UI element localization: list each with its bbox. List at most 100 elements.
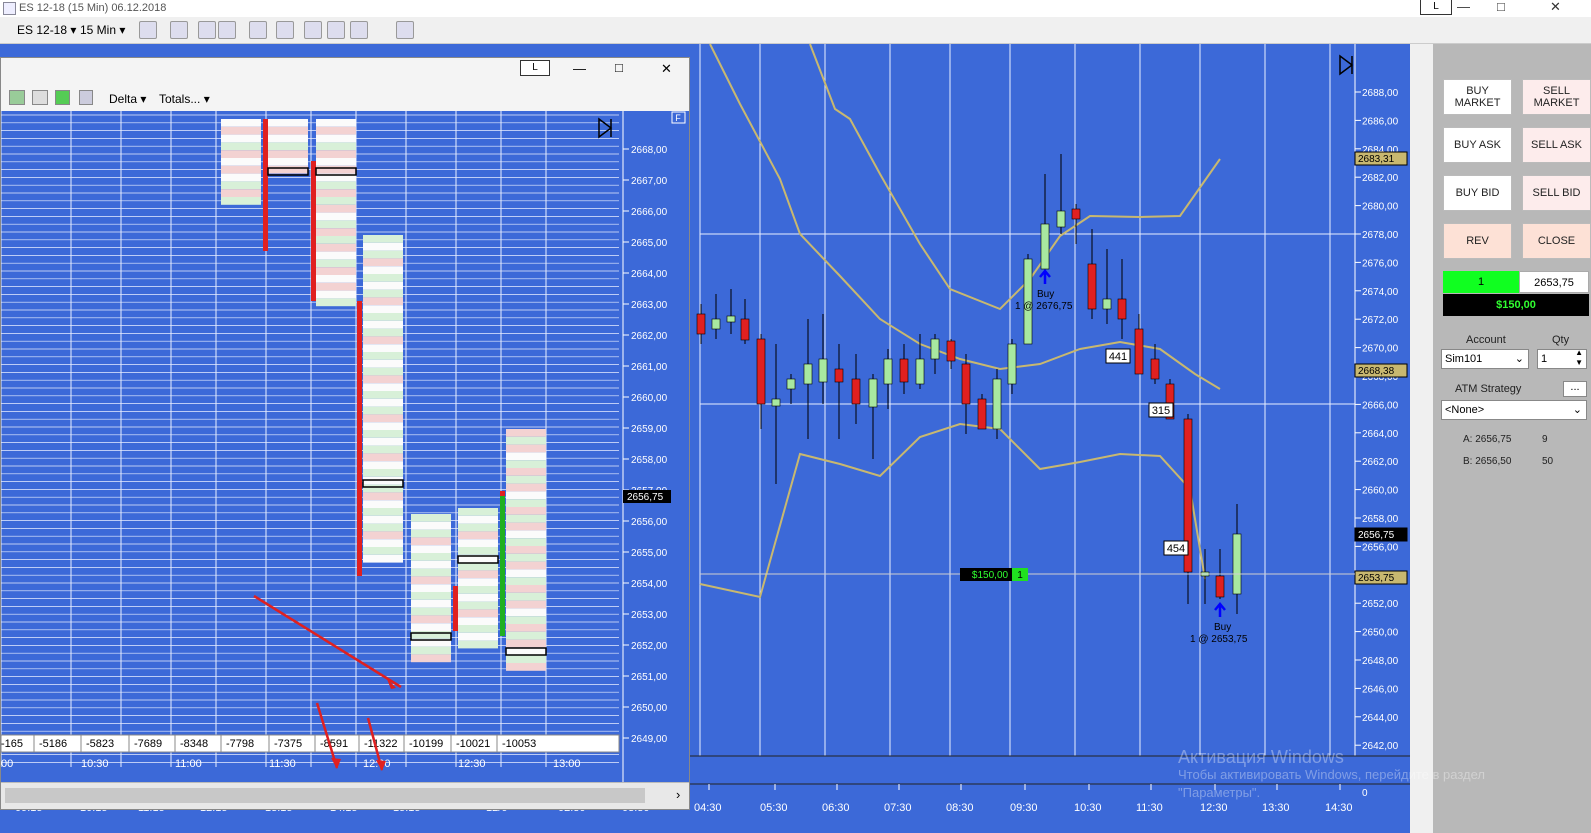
zoom-in-icon[interactable] [198, 21, 216, 39]
account-select[interactable]: Sim101 ⌄ [1441, 349, 1529, 369]
footprint-cell [506, 616, 546, 624]
maximize-icon[interactable]: □ [1497, 0, 1505, 14]
footprint-cell [268, 134, 308, 143]
scroll-end-icon[interactable] [1339, 54, 1354, 76]
footprint-cell [316, 126, 356, 135]
link-button[interactable]: L [1420, 0, 1452, 15]
footprint-bar [453, 586, 458, 631]
candle-body [818, 358, 828, 383]
cursor-icon[interactable] [249, 21, 267, 39]
footprint-cell [363, 414, 403, 423]
footprint-cell [316, 290, 356, 299]
qty-stepper[interactable]: 1 ▲ ▼ [1537, 348, 1587, 369]
footprint-scroll-end-icon[interactable] [598, 117, 613, 139]
footprint-cell [411, 584, 451, 592]
delta-selector[interactable]: Delta ▾ [109, 92, 146, 106]
atm-strategy-select[interactable]: <None> ⌄ [1441, 400, 1587, 420]
properties-icon[interactable] [79, 90, 93, 105]
candle-body [1056, 210, 1066, 228]
time-axis-label: 05:30 [760, 802, 788, 814]
candle-body [771, 398, 781, 407]
chart-properties-icon[interactable] [350, 21, 368, 39]
footprint-cell [506, 514, 546, 523]
bar-type-icon[interactable] [139, 21, 157, 39]
time-axis-label: 11:30 [1136, 802, 1163, 814]
buy-market-button[interactable]: BUY MARKET [1443, 79, 1512, 115]
footprint-cell [363, 328, 403, 337]
footprint-cell [506, 429, 546, 437]
footprint-cell [411, 646, 451, 655]
footprint-price-label: 2650,00 [631, 703, 668, 714]
footprint-cell [458, 632, 498, 641]
footprint-cell [316, 220, 356, 229]
position-avg-price: 2653,75 [1519, 271, 1589, 293]
footprint-scrollbar[interactable]: › [1, 782, 689, 809]
footprint-cell [316, 298, 356, 307]
interval-selector[interactable]: 15 Min ▾ [80, 23, 125, 37]
buy-ask-button[interactable]: BUY ASK [1443, 127, 1512, 163]
sell-bid-button[interactable]: SELL BID [1522, 175, 1591, 211]
price-axis-label: 2664,00 [1362, 429, 1399, 440]
price-axis-label: 2658,00 [1362, 514, 1399, 525]
time-axis-label: 09:30 [1010, 802, 1038, 814]
instrument-selector[interactable]: ES 12-18 ▾ [17, 23, 76, 37]
footprint-cell [221, 173, 261, 182]
drawing-tool-icon[interactable] [170, 21, 188, 39]
chart-trader-icon[interactable] [396, 21, 414, 39]
sell-market-button[interactable]: SELL MARKET [1522, 79, 1591, 115]
close-icon[interactable]: ✕ [1550, 0, 1561, 15]
footprint-maximize-icon[interactable]: □ [615, 60, 623, 75]
chart-type-icon[interactable] [32, 90, 48, 105]
footprint-cell [221, 197, 261, 205]
footprint-cell [221, 134, 261, 143]
buy-marker-1-price: 1 @ 2676,75 [1015, 301, 1073, 312]
price-axis-label: 2670,00 [1362, 344, 1399, 355]
reverse-button[interactable]: REV [1443, 223, 1512, 259]
candle-body [946, 340, 956, 362]
footprint-price-label: 2663,00 [631, 300, 668, 311]
buy-marker-2-text: Buy [1214, 622, 1231, 633]
footprint-cell [316, 181, 356, 190]
scroll-right-icon[interactable]: › [676, 787, 680, 802]
footprint-cell [363, 508, 403, 516]
money-icon[interactable] [55, 90, 70, 105]
window-title: ES 12-18 (15 Min) 06.12.2018 [19, 2, 167, 14]
footprint-cell [411, 529, 451, 538]
atm-options-button[interactable]: ... [1563, 381, 1587, 397]
candle-body [851, 378, 861, 405]
candle-body [740, 318, 750, 341]
footprint-cell [316, 204, 356, 213]
footprint-cell [411, 537, 451, 546]
candle-body [1087, 263, 1097, 310]
footprint-cell [363, 422, 403, 430]
footprint-cell [458, 570, 498, 579]
footprint-cell [506, 546, 546, 554]
footprint-last-price: 2656,75 [627, 492, 664, 503]
close-position-button[interactable]: CLOSE [1522, 223, 1591, 259]
sell-ask-button[interactable]: SELL ASK [1522, 127, 1591, 163]
qty-label: Qty [1552, 334, 1570, 346]
indicators-icon[interactable] [304, 21, 322, 39]
scrollbar-thumb[interactable] [5, 788, 645, 803]
account-label: Account [1466, 334, 1506, 346]
minimize-icon[interactable]: — [1457, 0, 1470, 14]
footprint-cell [506, 624, 546, 632]
data-box-icon[interactable] [276, 21, 294, 39]
delta-cell: -7375 [274, 738, 302, 750]
bar-type-icon[interactable] [9, 90, 25, 105]
delta-cell: -5186 [39, 738, 67, 750]
strategies-icon[interactable] [327, 21, 345, 39]
footprint-cell [363, 367, 403, 376]
footprint-link-button[interactable]: L [520, 60, 550, 76]
footprint-cell [506, 491, 546, 500]
footprint-close-icon[interactable]: ✕ [661, 61, 672, 77]
totals-selector[interactable]: Totals... ▾ [159, 92, 210, 106]
footprint-cell [506, 468, 546, 476]
time-axis-label: 14:30 [1325, 802, 1353, 814]
footprint-minimize-icon[interactable]: — [573, 61, 586, 76]
footprint-window[interactable]: L — □ ✕ Delta ▾ Totals... ▾ 2668,00 2667,… [0, 57, 690, 810]
footprint-cell [316, 228, 356, 236]
buy-bid-button[interactable]: BUY BID [1443, 175, 1512, 211]
footprint-cell [458, 523, 498, 532]
zoom-out-icon[interactable] [218, 21, 236, 39]
